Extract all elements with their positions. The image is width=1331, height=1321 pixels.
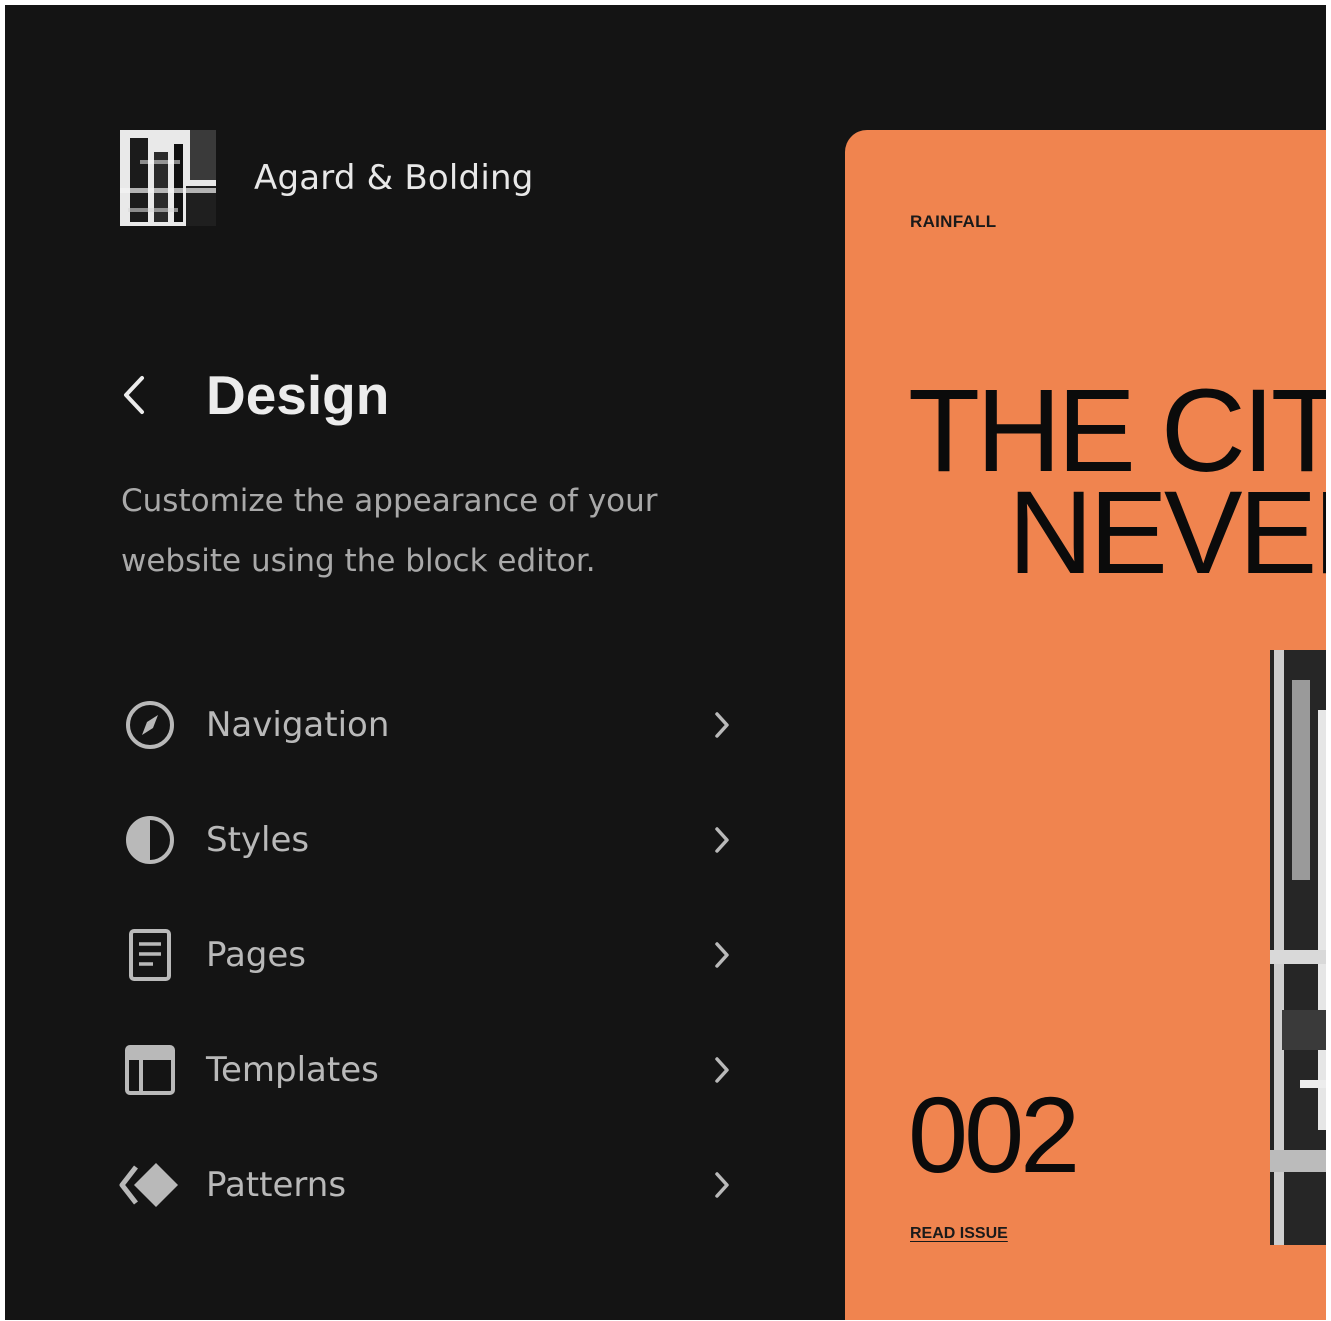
design-menu: Navigation Styles Pages Templates Patter… [117,667,737,1242]
site-logo-image[interactable] [120,130,216,226]
menu-item-label: Patterns [206,1164,347,1205]
half-circle-icon [117,807,183,873]
menu-item-styles[interactable]: Styles [117,782,737,897]
site-title: Agard & Bolding [254,158,534,198]
preview-headline: THE CITY NEVER [908,372,1326,599]
menu-item-label: Templates [206,1049,379,1090]
site-header: Agard & Bolding [120,130,534,226]
page-icon [117,922,183,988]
read-issue-link[interactable]: READ ISSUE [910,1225,1008,1243]
chevron-left-icon [124,376,144,414]
diamond-icon [117,1152,183,1218]
menu-item-templates[interactable]: Templates [117,1012,737,1127]
headline-line-2: NEVER [1008,467,1326,599]
menu-item-label: Navigation [206,704,390,745]
page-title: Design [206,364,390,426]
layout-icon [117,1037,183,1103]
menu-item-label: Styles [206,819,310,860]
menu-item-label: Pages [206,934,307,975]
chevron-right-icon [707,1167,737,1203]
chevron-right-icon [707,822,737,858]
chevron-right-icon [707,1052,737,1088]
preview-image [1270,650,1326,1245]
chevron-right-icon [707,937,737,973]
chevron-right-icon [707,707,737,743]
panel-description: Customize the appearance of your website… [121,483,658,579]
menu-item-navigation[interactable]: Navigation [117,667,737,782]
menu-item-pages[interactable]: Pages [117,897,737,1012]
menu-item-patterns[interactable]: Patterns [117,1127,737,1242]
preview-kicker: RAINFALL [910,212,997,231]
site-editor-window: Agard & Bolding Design Customize the app… [5,5,1326,1320]
panel-header: Design [120,360,389,430]
compass-icon [117,692,183,758]
site-preview[interactable]: RAINFALL THE CITY NEVER 002 READ ISSUE [845,130,1326,1320]
back-button[interactable] [120,360,170,430]
issue-number: 002 [908,1074,1080,1195]
